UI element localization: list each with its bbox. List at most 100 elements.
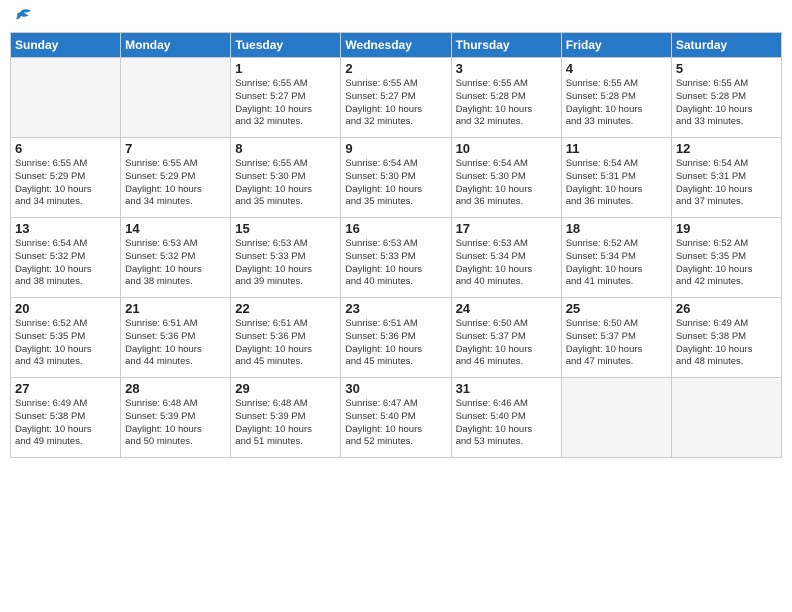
day-number: 16 xyxy=(345,221,446,236)
cell-3-6: 18 Sunrise: 6:52 AM Sunset: 5:34 PM Dayl… xyxy=(561,218,671,298)
cell-4-4: 23 Sunrise: 6:51 AM Sunset: 5:36 PM Dayl… xyxy=(341,298,451,378)
cell-info: Sunrise: 6:55 AM Sunset: 5:27 PM Dayligh… xyxy=(345,78,446,129)
day-number: 27 xyxy=(15,381,116,396)
header-wednesday: Wednesday xyxy=(341,33,451,58)
cell-info: Sunrise: 6:54 AM Sunset: 5:30 PM Dayligh… xyxy=(345,158,446,209)
cell-1-2 xyxy=(121,58,231,138)
cell-info: Sunrise: 6:54 AM Sunset: 5:31 PM Dayligh… xyxy=(676,158,777,209)
day-number: 28 xyxy=(125,381,226,396)
cell-2-2: 7 Sunrise: 6:55 AM Sunset: 5:29 PM Dayli… xyxy=(121,138,231,218)
day-number: 21 xyxy=(125,301,226,316)
cell-info: Sunrise: 6:55 AM Sunset: 5:28 PM Dayligh… xyxy=(676,78,777,129)
day-number: 24 xyxy=(456,301,557,316)
header-monday: Monday xyxy=(121,33,231,58)
cell-3-1: 13 Sunrise: 6:54 AM Sunset: 5:32 PM Dayl… xyxy=(11,218,121,298)
day-number: 2 xyxy=(345,61,446,76)
cell-info: Sunrise: 6:51 AM Sunset: 5:36 PM Dayligh… xyxy=(345,318,446,369)
day-number: 9 xyxy=(345,141,446,156)
cell-4-3: 22 Sunrise: 6:51 AM Sunset: 5:36 PM Dayl… xyxy=(231,298,341,378)
header-tuesday: Tuesday xyxy=(231,33,341,58)
week-row-2: 6 Sunrise: 6:55 AM Sunset: 5:29 PM Dayli… xyxy=(11,138,782,218)
cell-5-2: 28 Sunrise: 6:48 AM Sunset: 5:39 PM Dayl… xyxy=(121,378,231,458)
cell-3-4: 16 Sunrise: 6:53 AM Sunset: 5:33 PM Dayl… xyxy=(341,218,451,298)
day-number: 1 xyxy=(235,61,336,76)
day-number: 15 xyxy=(235,221,336,236)
cell-info: Sunrise: 6:52 AM Sunset: 5:34 PM Dayligh… xyxy=(566,238,667,289)
cell-info: Sunrise: 6:55 AM Sunset: 5:29 PM Dayligh… xyxy=(15,158,116,209)
week-row-4: 20 Sunrise: 6:52 AM Sunset: 5:35 PM Dayl… xyxy=(11,298,782,378)
cell-5-5: 31 Sunrise: 6:46 AM Sunset: 5:40 PM Dayl… xyxy=(451,378,561,458)
cell-4-5: 24 Sunrise: 6:50 AM Sunset: 5:37 PM Dayl… xyxy=(451,298,561,378)
cell-5-6 xyxy=(561,378,671,458)
cell-1-6: 4 Sunrise: 6:55 AM Sunset: 5:28 PM Dayli… xyxy=(561,58,671,138)
cell-info: Sunrise: 6:46 AM Sunset: 5:40 PM Dayligh… xyxy=(456,398,557,449)
cell-3-2: 14 Sunrise: 6:53 AM Sunset: 5:32 PM Dayl… xyxy=(121,218,231,298)
cell-2-7: 12 Sunrise: 6:54 AM Sunset: 5:31 PM Dayl… xyxy=(671,138,781,218)
day-number: 17 xyxy=(456,221,557,236)
cell-info: Sunrise: 6:55 AM Sunset: 5:28 PM Dayligh… xyxy=(456,78,557,129)
day-number: 4 xyxy=(566,61,667,76)
header-thursday: Thursday xyxy=(451,33,561,58)
cell-5-7 xyxy=(671,378,781,458)
cell-info: Sunrise: 6:52 AM Sunset: 5:35 PM Dayligh… xyxy=(676,238,777,289)
day-number: 19 xyxy=(676,221,777,236)
cell-5-3: 29 Sunrise: 6:48 AM Sunset: 5:39 PM Dayl… xyxy=(231,378,341,458)
cell-1-4: 2 Sunrise: 6:55 AM Sunset: 5:27 PM Dayli… xyxy=(341,58,451,138)
day-number: 8 xyxy=(235,141,336,156)
day-number: 12 xyxy=(676,141,777,156)
day-number: 23 xyxy=(345,301,446,316)
cell-2-3: 8 Sunrise: 6:55 AM Sunset: 5:30 PM Dayli… xyxy=(231,138,341,218)
day-number: 7 xyxy=(125,141,226,156)
header-friday: Friday xyxy=(561,33,671,58)
cell-5-4: 30 Sunrise: 6:47 AM Sunset: 5:40 PM Dayl… xyxy=(341,378,451,458)
cell-1-3: 1 Sunrise: 6:55 AM Sunset: 5:27 PM Dayli… xyxy=(231,58,341,138)
cell-1-7: 5 Sunrise: 6:55 AM Sunset: 5:28 PM Dayli… xyxy=(671,58,781,138)
header xyxy=(10,10,782,24)
cell-2-1: 6 Sunrise: 6:55 AM Sunset: 5:29 PM Dayli… xyxy=(11,138,121,218)
cell-info: Sunrise: 6:53 AM Sunset: 5:33 PM Dayligh… xyxy=(345,238,446,289)
day-number: 13 xyxy=(15,221,116,236)
page: SundayMondayTuesdayWednesdayThursdayFrid… xyxy=(10,10,782,458)
cell-info: Sunrise: 6:53 AM Sunset: 5:34 PM Dayligh… xyxy=(456,238,557,289)
header-sunday: Sunday xyxy=(11,33,121,58)
cell-info: Sunrise: 6:55 AM Sunset: 5:30 PM Dayligh… xyxy=(235,158,336,209)
cell-4-1: 20 Sunrise: 6:52 AM Sunset: 5:35 PM Dayl… xyxy=(11,298,121,378)
day-number: 3 xyxy=(456,61,557,76)
logo-bird-icon xyxy=(11,6,33,28)
calendar-table: SundayMondayTuesdayWednesdayThursdayFrid… xyxy=(10,32,782,458)
cell-2-4: 9 Sunrise: 6:54 AM Sunset: 5:30 PM Dayli… xyxy=(341,138,451,218)
day-number: 10 xyxy=(456,141,557,156)
cell-info: Sunrise: 6:55 AM Sunset: 5:29 PM Dayligh… xyxy=(125,158,226,209)
header-row: SundayMondayTuesdayWednesdayThursdayFrid… xyxy=(11,33,782,58)
cell-info: Sunrise: 6:50 AM Sunset: 5:37 PM Dayligh… xyxy=(566,318,667,369)
cell-info: Sunrise: 6:47 AM Sunset: 5:40 PM Dayligh… xyxy=(345,398,446,449)
cell-2-6: 11 Sunrise: 6:54 AM Sunset: 5:31 PM Dayl… xyxy=(561,138,671,218)
week-row-3: 13 Sunrise: 6:54 AM Sunset: 5:32 PM Dayl… xyxy=(11,218,782,298)
cell-info: Sunrise: 6:53 AM Sunset: 5:33 PM Dayligh… xyxy=(235,238,336,289)
cell-info: Sunrise: 6:54 AM Sunset: 5:31 PM Dayligh… xyxy=(566,158,667,209)
cell-info: Sunrise: 6:49 AM Sunset: 5:38 PM Dayligh… xyxy=(15,398,116,449)
cell-4-6: 25 Sunrise: 6:50 AM Sunset: 5:37 PM Dayl… xyxy=(561,298,671,378)
day-number: 6 xyxy=(15,141,116,156)
day-number: 14 xyxy=(125,221,226,236)
day-number: 20 xyxy=(15,301,116,316)
cell-info: Sunrise: 6:51 AM Sunset: 5:36 PM Dayligh… xyxy=(125,318,226,369)
day-number: 22 xyxy=(235,301,336,316)
day-number: 11 xyxy=(566,141,667,156)
day-number: 26 xyxy=(676,301,777,316)
day-number: 5 xyxy=(676,61,777,76)
cell-3-7: 19 Sunrise: 6:52 AM Sunset: 5:35 PM Dayl… xyxy=(671,218,781,298)
day-number: 18 xyxy=(566,221,667,236)
cell-3-3: 15 Sunrise: 6:53 AM Sunset: 5:33 PM Dayl… xyxy=(231,218,341,298)
day-number: 29 xyxy=(235,381,336,396)
header-saturday: Saturday xyxy=(671,33,781,58)
cell-info: Sunrise: 6:51 AM Sunset: 5:36 PM Dayligh… xyxy=(235,318,336,369)
cell-info: Sunrise: 6:48 AM Sunset: 5:39 PM Dayligh… xyxy=(125,398,226,449)
day-number: 30 xyxy=(345,381,446,396)
cell-info: Sunrise: 6:50 AM Sunset: 5:37 PM Dayligh… xyxy=(456,318,557,369)
cell-4-2: 21 Sunrise: 6:51 AM Sunset: 5:36 PM Dayl… xyxy=(121,298,231,378)
cell-4-7: 26 Sunrise: 6:49 AM Sunset: 5:38 PM Dayl… xyxy=(671,298,781,378)
cell-info: Sunrise: 6:48 AM Sunset: 5:39 PM Dayligh… xyxy=(235,398,336,449)
logo xyxy=(10,10,33,24)
cell-3-5: 17 Sunrise: 6:53 AM Sunset: 5:34 PM Dayl… xyxy=(451,218,561,298)
